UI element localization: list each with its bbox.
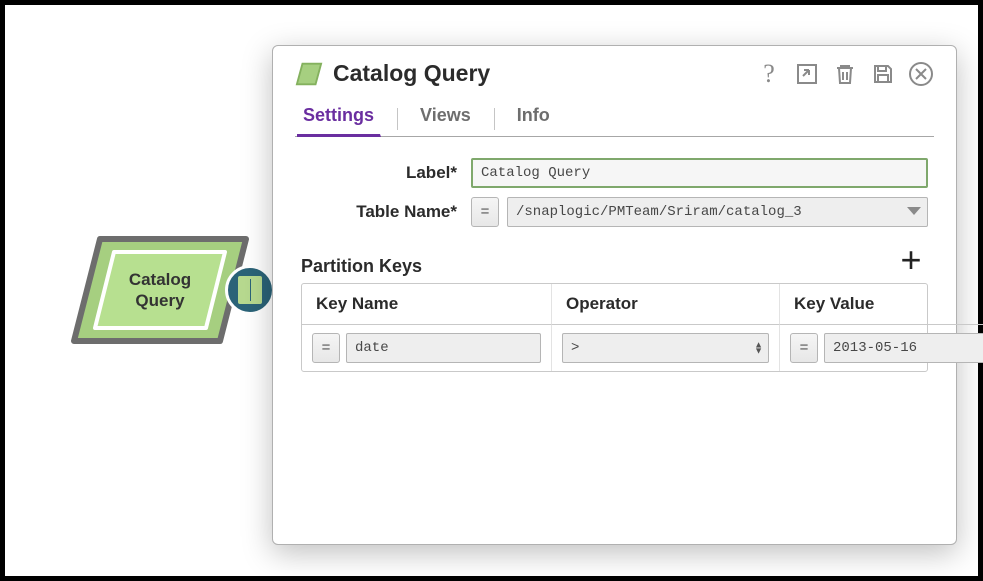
- label-caption: Label*: [301, 163, 471, 183]
- tab-settings[interactable]: Settings: [297, 101, 381, 137]
- export-icon[interactable]: [794, 61, 820, 87]
- table-name-input[interactable]: [507, 197, 928, 227]
- document-icon: [238, 276, 262, 304]
- table-row: =: [302, 325, 552, 371]
- tabs: Settings Views Info: [295, 95, 934, 137]
- col-key-name: Key Name: [302, 284, 552, 325]
- tab-info[interactable]: Info: [511, 101, 557, 136]
- snap-output-connector[interactable]: [225, 265, 275, 315]
- close-icon[interactable]: [908, 61, 934, 87]
- label-input[interactable]: [471, 158, 928, 188]
- expression-toggle[interactable]: =: [312, 333, 340, 363]
- key-name-input[interactable]: [346, 333, 541, 363]
- key-value-input[interactable]: [824, 333, 983, 363]
- expression-toggle[interactable]: =: [790, 333, 818, 363]
- dialog-title: Catalog Query: [333, 60, 490, 87]
- table-row: =: [780, 325, 983, 371]
- col-key-value: Key Value: [780, 284, 983, 325]
- col-operator: Operator: [552, 284, 780, 325]
- operator-select[interactable]: [562, 333, 769, 363]
- partition-keys-table: Key Name Operator Key Value − = ▲▼ =: [301, 283, 928, 372]
- snap-type-icon: [295, 61, 323, 87]
- save-icon[interactable]: [870, 61, 896, 87]
- table-name-caption: Table Name*: [301, 202, 471, 222]
- snap-node-label: Catalog Query: [70, 235, 250, 345]
- trash-icon[interactable]: [832, 61, 858, 87]
- help-icon[interactable]: ?: [756, 61, 782, 87]
- snap-node-catalog-query[interactable]: Catalog Query: [70, 235, 250, 345]
- expression-toggle[interactable]: =: [471, 197, 499, 227]
- pipeline-canvas: Catalog Query: [70, 235, 250, 345]
- add-row-button[interactable]: +: [894, 243, 928, 277]
- partition-keys-heading: Partition Keys: [301, 256, 422, 277]
- table-row: ▲▼: [552, 325, 780, 371]
- tab-views[interactable]: Views: [414, 101, 478, 136]
- snap-settings-dialog: Catalog Query ?: [272, 45, 957, 545]
